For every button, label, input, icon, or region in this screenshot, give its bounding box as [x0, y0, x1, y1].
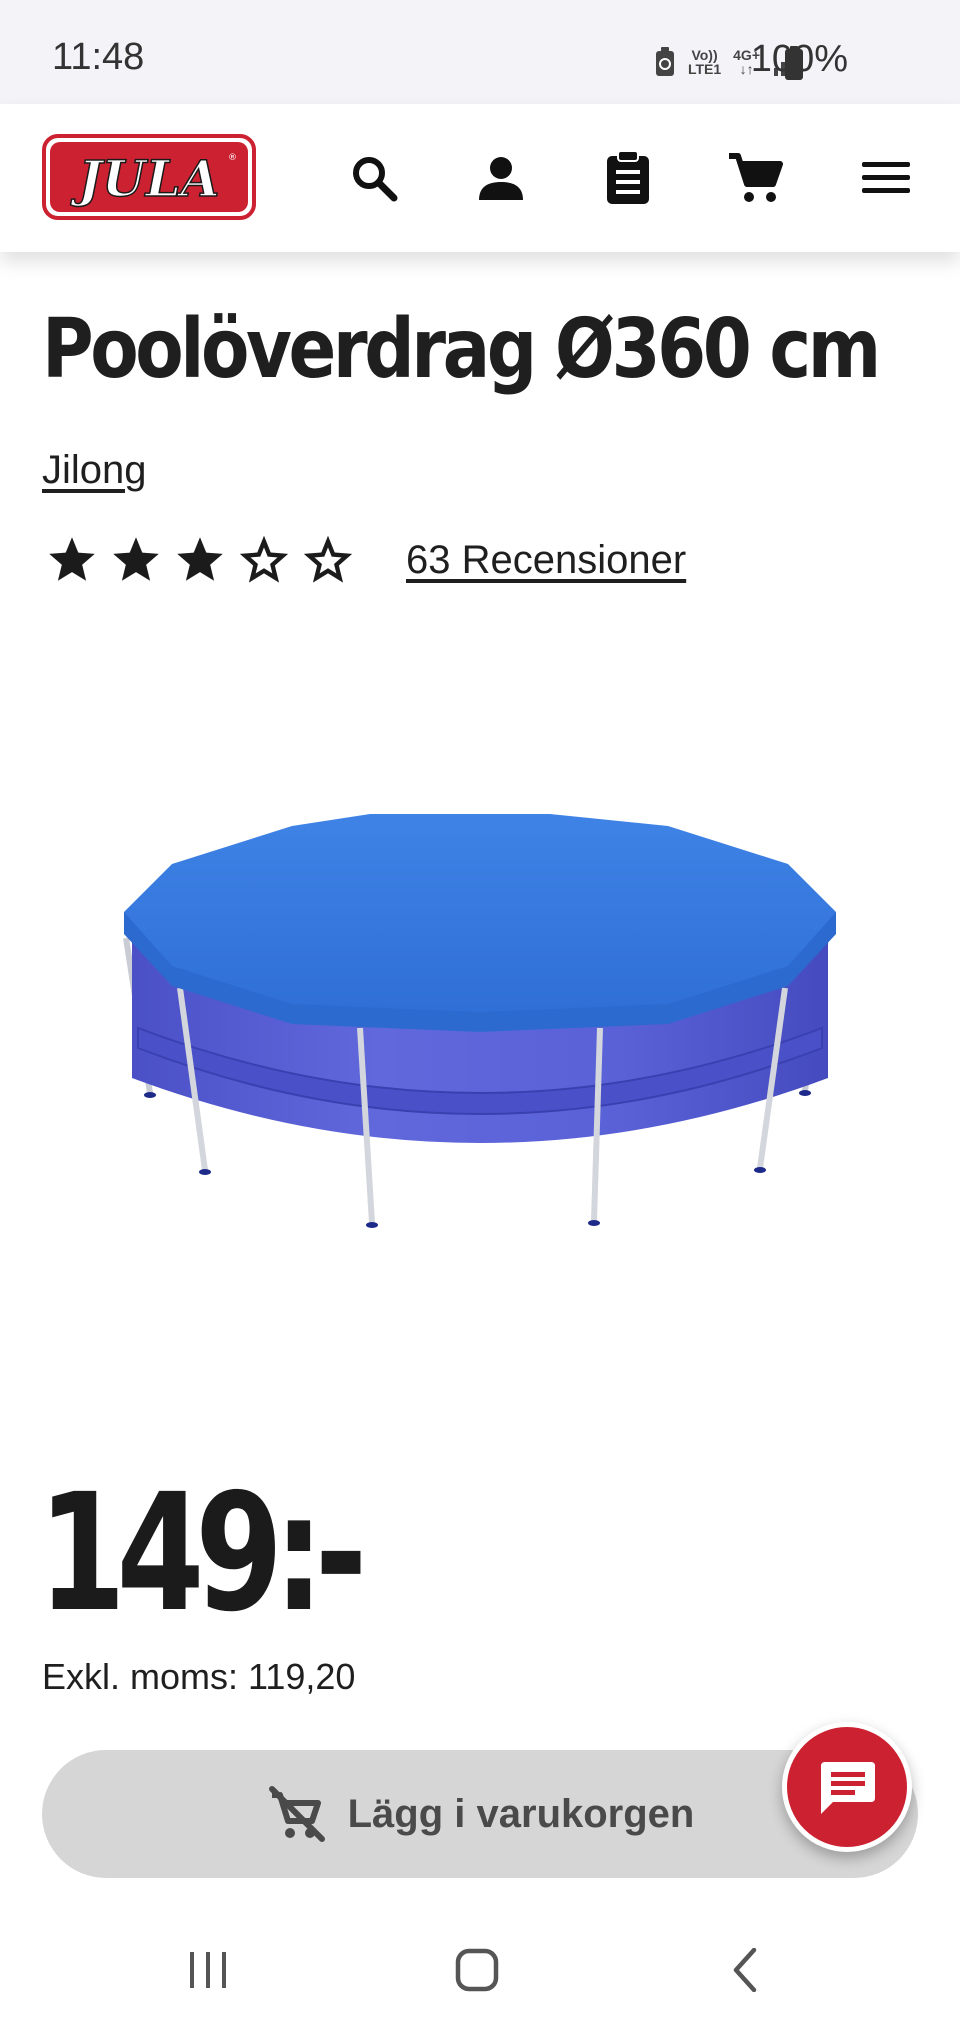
shopping-list-button[interactable]	[600, 150, 656, 206]
star-empty-icon	[239, 535, 289, 583]
battery-saver-icon	[655, 47, 674, 76]
recents-button[interactable]	[178, 1940, 238, 2000]
cart-icon	[729, 153, 783, 202]
recents-icon	[190, 1952, 226, 1988]
home-icon	[455, 1948, 499, 1992]
cart-button[interactable]	[727, 150, 783, 206]
back-button[interactable]	[715, 1940, 775, 2000]
clipboard-icon	[607, 150, 649, 204]
account-button[interactable]	[473, 150, 529, 206]
user-icon	[479, 157, 523, 200]
menu-icon	[862, 162, 910, 193]
star-filled-icon	[49, 537, 95, 581]
product-image[interactable]	[110, 808, 850, 1238]
battery-icon	[785, 46, 803, 80]
status-bar: 11:48 Vo)) LTE1 4G+ ↓↑ 100%	[0, 0, 960, 104]
chat-button[interactable]	[782, 1722, 912, 1852]
chat-icon	[821, 1762, 875, 1814]
system-nav-bar	[0, 1900, 960, 2027]
svg-text:JULA: JULA	[70, 149, 219, 208]
add-to-cart-label: Lägg i varukorgen	[347, 1791, 695, 1836]
product-title: Poolöverdrag Ø360 cm	[42, 302, 881, 397]
svg-text:®: ®	[228, 153, 237, 163]
star-filled-icon	[177, 537, 223, 581]
back-icon	[733, 1948, 757, 1992]
brand-link[interactable]: Jilong	[42, 448, 147, 493]
rating-row: 63 Recensioner	[46, 528, 686, 592]
search-button[interactable]	[346, 150, 402, 206]
star-empty-icon	[303, 535, 353, 583]
product-price: 149:-	[38, 1460, 367, 1648]
home-button[interactable]	[447, 1940, 507, 2000]
reviews-link[interactable]: 63 Recensioner	[406, 538, 686, 583]
site-header: JULA ®	[0, 104, 960, 252]
jula-logo[interactable]: JULA ®	[42, 134, 256, 220]
cart-disabled-icon	[268, 1786, 325, 1842]
menu-button[interactable]	[858, 150, 914, 206]
price-excl-vat: Exkl. moms: 119,20	[42, 1656, 356, 1697]
volte-indicator: Vo)) LTE1	[687, 47, 722, 77]
status-time: 11:48	[52, 36, 145, 78]
search-icon	[353, 157, 398, 202]
star-filled-icon	[113, 537, 159, 581]
